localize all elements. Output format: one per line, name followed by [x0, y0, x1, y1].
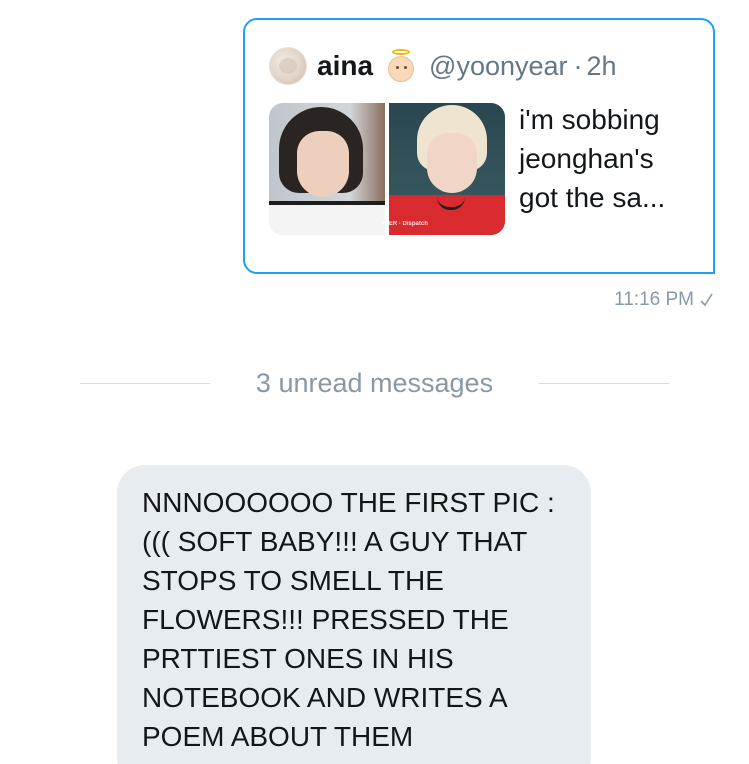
- received-message-text: NNNOOOOOO THE FIRST PIC : ((( SOFT BABY!…: [142, 487, 555, 752]
- unread-divider: 3 unread messages: [0, 365, 749, 401]
- tweet-text: i'm sobbing jeonghan's got the sa...: [519, 104, 666, 213]
- author-handle: @yoonyear: [429, 50, 568, 81]
- divider-line-right: [539, 383, 669, 384]
- tweet-photo-2[interactable]: [389, 103, 505, 235]
- tweet-media[interactable]: AVER · Dispatch: [269, 103, 505, 235]
- angel-emoji-icon: [385, 49, 417, 83]
- tweet-time: 2h: [586, 50, 617, 81]
- check-icon: [700, 293, 713, 307]
- media-watermark: AVER · Dispatch: [381, 221, 428, 227]
- author-name: aina: [317, 50, 374, 81]
- separator-dot: ·: [573, 50, 583, 81]
- tweet-header: aina @yoonyear · 2h: [269, 44, 617, 88]
- quoted-tweet-card[interactable]: aina @yoonyear · 2h AVER · Dispatch i'm …: [243, 18, 715, 274]
- avatar[interactable]: [269, 47, 307, 85]
- message-status: 11:16 PM: [614, 289, 713, 311]
- message-timestamp: 11:16 PM: [614, 289, 694, 310]
- tweet-photo-1[interactable]: [269, 103, 385, 235]
- dm-conversation: aina @yoonyear · 2h AVER · Dispatch i'm …: [0, 0, 749, 764]
- received-message-bubble[interactable]: NNNOOOOOO THE FIRST PIC : ((( SOFT BABY!…: [117, 465, 591, 764]
